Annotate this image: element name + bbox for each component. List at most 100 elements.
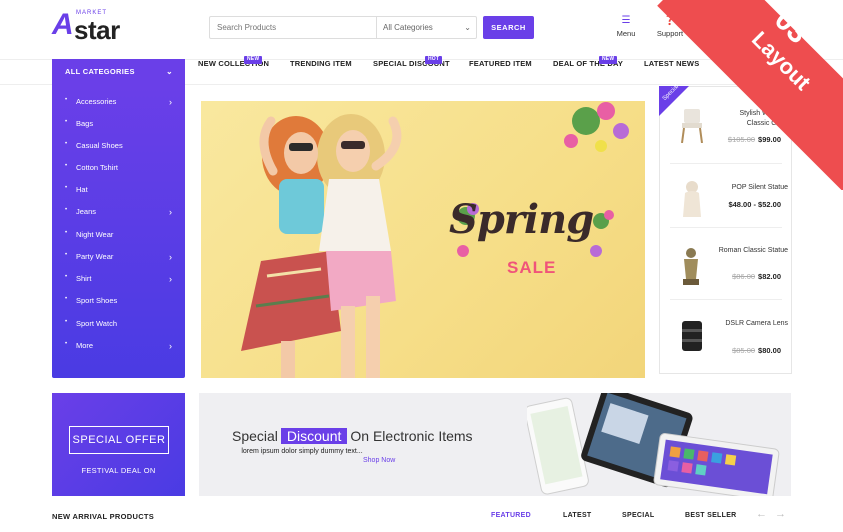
bullet-icon: • — [65, 185, 68, 191]
category-label: Cotton Tshirt — [76, 163, 118, 172]
product-name: Roman Classic Statue — [718, 247, 788, 254]
devices-illustration — [527, 393, 780, 496]
electronics-body: lorem ipsum dolor simply dummy text... — [241, 448, 363, 455]
current-price: $80.00 — [758, 346, 781, 355]
category-label: Party Wear — [76, 252, 114, 261]
chevron-down-icon: ⌄ — [165, 67, 173, 76]
category-label: Shirt — [76, 274, 92, 283]
bullet-icon: • — [65, 341, 68, 347]
menu-label: Menu — [616, 29, 636, 38]
electronics-heading: Special Discount On Electronic Items — [232, 428, 473, 444]
tab-latest[interactable]: LATEST — [563, 512, 592, 519]
product-price: $48.00 - $52.00 — [728, 200, 781, 209]
category-label: Hat — [76, 185, 88, 194]
camera-lens-icon — [682, 321, 702, 351]
tab-featured[interactable]: FEATURED — [491, 512, 531, 519]
category-bags[interactable]: • Bags — [52, 119, 185, 141]
bullet-icon: • — [65, 319, 68, 325]
chevron-right-icon: › — [169, 274, 172, 284]
product-price: $85.00 $80.00 — [732, 346, 781, 355]
hero-title: Spring — [449, 196, 594, 243]
bullet-icon: • — [65, 207, 68, 213]
layout-ribbon: 03 Layout — [653, 0, 843, 190]
logo[interactable]: A MARKET star — [52, 8, 142, 45]
category-sport-shoes[interactable]: • Sport Shoes — [52, 296, 185, 318]
prev-arrow-icon[interactable]: ← — [756, 508, 767, 520]
new-badge: NEW — [244, 56, 263, 64]
category-label: Night Wear — [76, 230, 114, 239]
category-night-wear[interactable]: • Night Wear — [52, 230, 185, 252]
roman-statue-icon — [683, 248, 699, 285]
bullet-icon: • — [65, 97, 68, 103]
category-casual-shoes[interactable]: • Casual Shoes — [52, 141, 185, 163]
bullet-icon: • — [65, 163, 68, 169]
category-label: Bags — [76, 119, 94, 128]
category-label: Jeans — [76, 207, 97, 216]
all-categories-toggle[interactable]: ALL CATEGORIES ⌄ — [52, 59, 185, 85]
category-shirt[interactable]: • Shirt › — [52, 274, 185, 296]
menu-button[interactable]: ☰ Menu — [604, 15, 648, 38]
chevron-right-icon: › — [169, 341, 172, 351]
old-price: $86.00 — [732, 272, 756, 281]
bullet-icon: • — [65, 274, 68, 280]
nav-label: TRENDING ITEM — [290, 59, 352, 68]
category-jeans[interactable]: • Jeans › — [52, 207, 185, 229]
next-arrow-icon[interactable]: → — [775, 508, 786, 520]
nav-featured-item[interactable]: FEATURED ITEM — [469, 59, 532, 85]
hamburger-icon: ☰ — [621, 15, 631, 26]
divider — [670, 299, 782, 300]
tab-best-seller[interactable]: BEST SELLER — [685, 512, 737, 519]
bullet-icon: • — [65, 252, 68, 258]
divider — [670, 227, 782, 228]
product-price: $86.00 $82.00 — [732, 272, 781, 281]
nav-special-discount[interactable]: SPECIAL DISCOUNT HOT — [373, 56, 450, 85]
new-badge: NEW — [599, 56, 618, 64]
special-offer-subtitle: FESTIVAL DEAL ON — [81, 466, 156, 475]
shop-now-link[interactable]: Shop Now — [363, 457, 395, 464]
search-button[interactable]: SEARCH — [483, 16, 534, 39]
section-title: NEW ARRIVAL PRODUCTS — [52, 512, 155, 521]
nav-deal-of-the-day[interactable]: DEAL OF THE DAY NEW — [553, 56, 623, 85]
special-product[interactable]: Roman Classic Statue $86.00 $82.00 — [660, 233, 791, 305]
heading-post: On Electronic Items — [350, 428, 473, 444]
special-offer-banner[interactable]: SPECIAL OFFER FESTIVAL DEAL ON — [52, 393, 185, 496]
category-menu: • Accessories › • Bags • Casual Shoes • Cotto… — [52, 85, 185, 378]
nav-new-collection[interactable]: NEW COLLECTION NEW — [198, 56, 269, 85]
nav-label: FEATURED ITEM — [469, 59, 532, 68]
category-label: Accessories — [76, 97, 117, 106]
product-name: DSLR Camera Lens — [725, 320, 788, 327]
page: A MARKET star All Categories ⌄ SEARCH ☰ … — [0, 0, 843, 532]
category-accessories[interactable]: • Accessories › — [52, 97, 185, 119]
category-label: Sport Shoes — [76, 296, 118, 305]
current-price: $82.00 — [758, 272, 781, 281]
heading-highlight: Discount — [280, 428, 348, 444]
current-price: $48.00 - $52.00 — [728, 200, 781, 209]
chevron-down-icon: ⌄ — [464, 23, 471, 32]
hero-subtitle: SALE — [507, 258, 557, 277]
logo-letter: A — [52, 8, 74, 41]
chevron-right-icon: › — [169, 252, 172, 262]
category-select[interactable]: All Categories ⌄ — [376, 17, 477, 38]
tab-special[interactable]: SPECIAL — [622, 512, 654, 519]
category-more[interactable]: • More › — [52, 341, 185, 363]
special-product[interactable]: DSLR Camera Lens $85.00 $80.00 — [660, 303, 791, 373]
logo-word: star — [74, 15, 120, 45]
special-offer-title: SPECIAL OFFER — [69, 426, 169, 454]
category-sport-watch[interactable]: • Sport Watch — [52, 319, 185, 341]
bullet-icon: • — [65, 296, 68, 302]
category-label: More — [76, 341, 94, 350]
category-label: Casual Shoes — [76, 141, 123, 150]
heading-pre: Special — [232, 428, 278, 444]
category-hat[interactable]: • Hat — [52, 185, 185, 207]
bullet-icon: • — [65, 119, 68, 125]
category-party-wear[interactable]: • Party Wear › — [52, 252, 185, 274]
search-input[interactable] — [210, 17, 376, 38]
nav-trending-item[interactable]: TRENDING ITEM — [290, 59, 352, 85]
category-label: Sport Watch — [76, 319, 117, 328]
old-price: $85.00 — [732, 346, 756, 355]
bullet-icon: • — [65, 230, 68, 236]
bullet-icon: • — [65, 141, 68, 147]
category-cotton-tshirt[interactable]: • Cotton Tshirt — [52, 163, 185, 185]
hot-badge: HOT — [425, 56, 443, 64]
search-bar: All Categories ⌄ — [209, 16, 477, 39]
